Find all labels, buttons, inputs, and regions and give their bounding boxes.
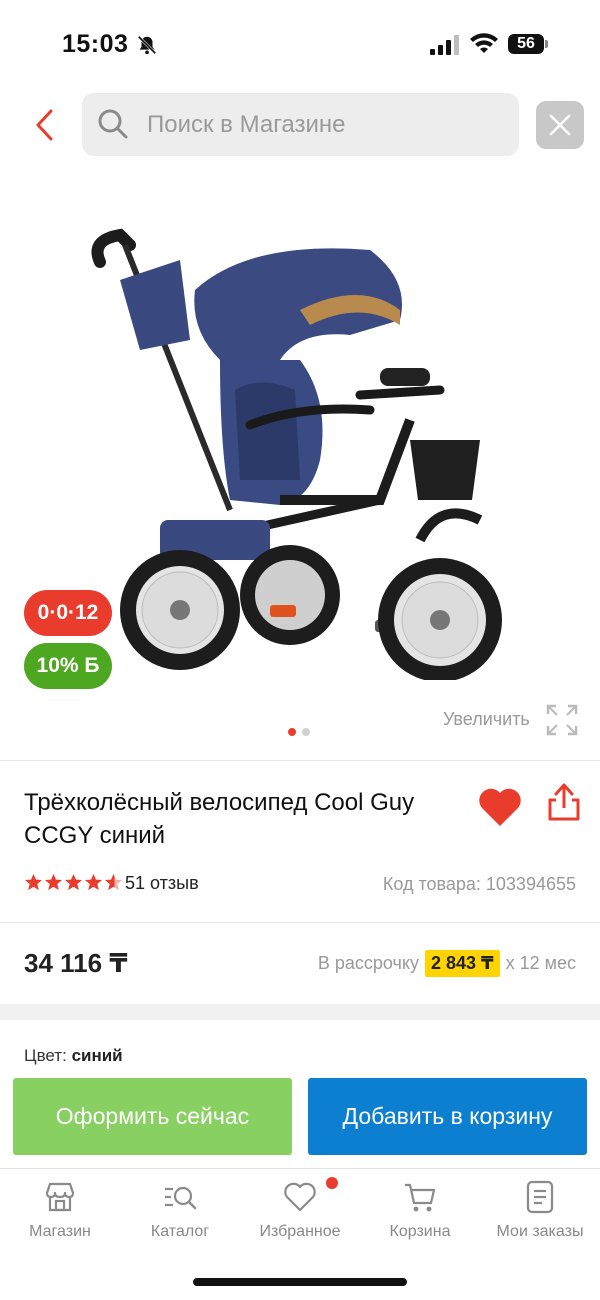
nav-label: Корзина (389, 1223, 451, 1240)
installment-badge: 0·0·12 (24, 590, 112, 636)
section-separator (0, 1004, 600, 1020)
gallery-pagination (288, 728, 310, 736)
back-button[interactable] (24, 100, 64, 150)
bonus-badge: 10% Б (24, 643, 112, 689)
nav-label: Каталог (150, 1223, 210, 1240)
battery-indicator: 56 (508, 34, 544, 54)
star-icon (64, 873, 83, 891)
star-half-icon (104, 873, 123, 891)
installment-prefix: В рассрочку (317, 953, 419, 973)
notification-dot (326, 1177, 338, 1189)
cart-icon (405, 1183, 436, 1212)
product-title: Трёхколёсный велосипед Cool Guy CCGY син… (24, 789, 415, 849)
pagination-dot[interactable] (302, 728, 310, 736)
battery-tip (545, 40, 548, 48)
divider (0, 922, 600, 923)
product-image-tricycle[interactable] (80, 200, 520, 680)
shop-icon (45, 1182, 75, 1212)
nav-item-cart[interactable]: Корзина (360, 1179, 480, 1241)
search-icon (98, 109, 128, 139)
star-icon (84, 873, 103, 891)
share-icon[interactable] (546, 782, 582, 822)
favorite-heart-icon[interactable] (476, 784, 524, 828)
expand-icon[interactable] (546, 704, 578, 736)
rating-stars (24, 873, 123, 892)
search-bar[interactable] (82, 93, 519, 156)
divider (0, 760, 600, 761)
chevron-left-icon (36, 109, 53, 141)
search-input[interactable] (147, 93, 507, 156)
wifi-icon (470, 33, 498, 53)
heart-icon (284, 1182, 316, 1212)
star-icon (24, 873, 43, 891)
installment-suffix: х 12 мес (505, 953, 576, 973)
close-search-button[interactable] (536, 101, 584, 149)
nav-item-shop[interactable]: Магазин (0, 1179, 120, 1241)
reviews-link[interactable]: 51 отзыв (125, 873, 199, 894)
status-bar: 15:03 56 (0, 0, 600, 90)
color-label: Цвет: (24, 1046, 67, 1065)
bottom-navigation: Магазин Каталог Избранное Корзина Мои за… (0, 1168, 600, 1258)
nav-item-orders[interactable]: Мои заказы (480, 1179, 600, 1241)
product-sku: Код товара: 103394655 (382, 874, 576, 894)
order-now-button[interactable]: Оформить сейчас (13, 1078, 292, 1155)
orders-icon (526, 1180, 554, 1214)
close-icon (549, 114, 571, 136)
cellular-signal-icon (430, 35, 459, 55)
product-gallery[interactable]: 0·0·12 10% Б (0, 180, 600, 750)
product-price: 34 116 ₸ (24, 948, 128, 978)
installment-info[interactable]: В рассрочку 2 843 ₸ х 12 мес (318, 950, 576, 977)
home-indicator[interactable] (193, 1278, 407, 1286)
nav-label: Магазин (29, 1223, 91, 1240)
nav-item-favorites[interactable]: Избранное (240, 1179, 360, 1241)
color-value: синий (71, 1046, 123, 1065)
color-selector: Цвет: синий (24, 1046, 123, 1066)
bell-muted-icon (137, 35, 157, 55)
nav-item-catalog[interactable]: Каталог (120, 1179, 240, 1241)
add-to-cart-button[interactable]: Добавить в корзину (308, 1078, 587, 1155)
zoom-label[interactable]: Увеличить (443, 709, 530, 730)
nav-label: Мои заказы (496, 1223, 584, 1240)
pagination-dot-active[interactable] (288, 728, 296, 736)
nav-label: Избранное (259, 1223, 341, 1240)
installment-amount: 2 843 ₸ (425, 950, 500, 977)
star-icon (44, 873, 63, 891)
status-time: 15:03 (62, 30, 129, 58)
catalog-search-icon (165, 1186, 197, 1210)
